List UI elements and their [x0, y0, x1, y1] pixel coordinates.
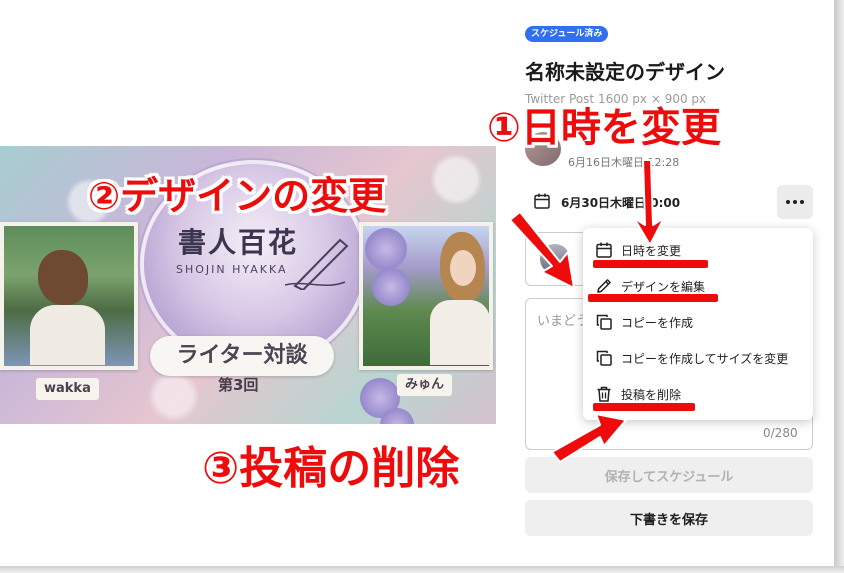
annotation-change-datetime: ①日時を変更: [487, 105, 721, 151]
arrow-down: [633, 159, 665, 246]
arrow-up-right: [551, 413, 627, 463]
annotation-delete-post: ③投稿の削除: [202, 443, 460, 494]
arrow-diagonal: [509, 211, 575, 289]
annotation-change-design: ②デザインの変更: [88, 174, 387, 218]
